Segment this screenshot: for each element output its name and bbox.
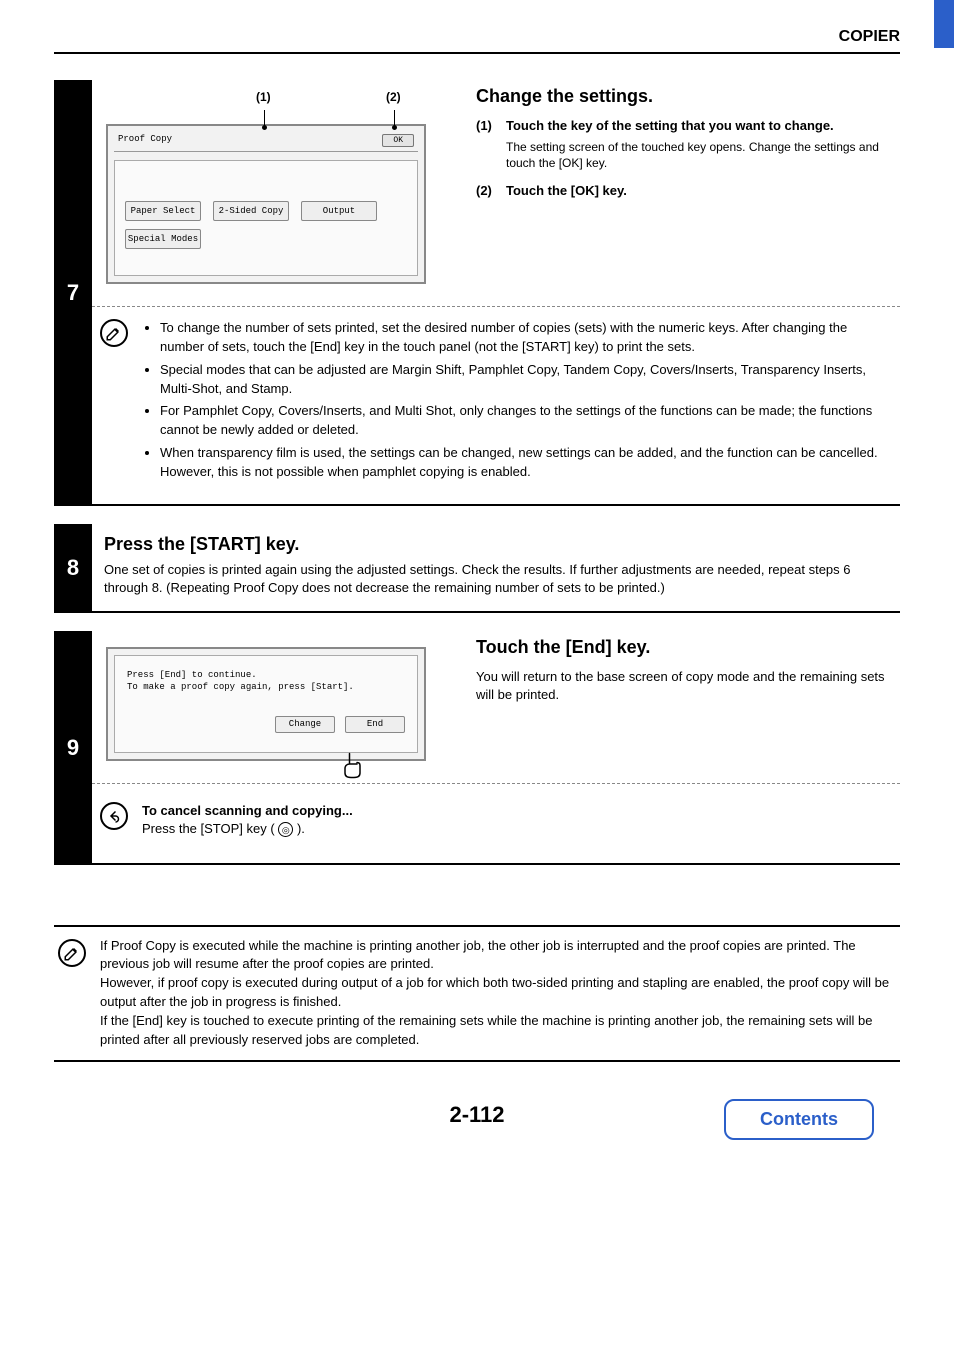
end-screen: Press [End] to continue. To make a proof…	[106, 647, 426, 761]
special-modes-button: Special Modes	[125, 229, 201, 249]
cancel-body-post: ).	[297, 821, 305, 836]
paper-select-button: Paper Select	[125, 201, 201, 221]
item1-num: (1)	[476, 117, 506, 172]
callout-1-label: (1)	[256, 90, 271, 104]
final-note-p3: If the [End] key is touched to execute p…	[100, 1012, 896, 1050]
callout-2-label: (2)	[386, 90, 401, 104]
pencil-note-icon	[100, 319, 128, 347]
note-bullet: For Pamphlet Copy, Covers/Inserts, and M…	[160, 402, 892, 440]
step9-heading: Touch the [End] key.	[476, 637, 900, 658]
contents-button[interactable]: Contents	[724, 1099, 874, 1140]
item1-main: Touch the key of the setting that you wa…	[506, 117, 900, 135]
ok-button: OK	[382, 134, 414, 147]
step-7: 7 (1) (2) Proof Copy OK	[54, 80, 900, 506]
item1-sub: The setting screen of the touched key op…	[506, 135, 900, 173]
final-note-p2: However, if proof copy is executed durin…	[100, 974, 896, 1012]
stop-key-icon: ◎	[278, 822, 293, 837]
change-button: Change	[275, 716, 335, 734]
end-screen-line1: Press [End] to continue.	[127, 670, 405, 682]
step8-heading: Press the [START] key.	[104, 534, 892, 555]
note-bullet: When transparency film is used, the sett…	[160, 444, 892, 482]
item2-main: Touch the [OK] key.	[506, 182, 627, 200]
final-note: If Proof Copy is executed while the mach…	[54, 925, 900, 1062]
note-bullet: To change the number of sets printed, se…	[160, 319, 892, 357]
step-9: 9 Press [End] to continue. To make a pro…	[54, 631, 900, 864]
screen-title: Proof Copy	[118, 134, 172, 147]
step-back-icon	[100, 802, 128, 830]
end-screen-line2: To make a proof copy again, press [Start…	[127, 682, 405, 694]
step-number-8: 8	[54, 524, 92, 613]
cancel-body-pre: Press the [STOP] key (	[142, 821, 275, 836]
chapter-header: COPIER	[54, 28, 900, 54]
proof-copy-screen: Proof Copy OK Paper Select 2-Sided Copy …	[106, 124, 426, 284]
note-bullet: Special modes that can be adjusted are M…	[160, 361, 892, 399]
step9-body: You will return to the base screen of co…	[476, 668, 900, 704]
two-sided-copy-button: 2-Sided Copy	[213, 201, 289, 221]
step-8: 8 Press the [START] key. One set of copi…	[54, 524, 900, 613]
end-button: End	[345, 716, 405, 734]
step-number-9: 9	[54, 631, 92, 864]
item2-num: (2)	[476, 182, 506, 200]
output-button: Output	[301, 201, 377, 221]
step7-heading: Change the settings.	[476, 86, 900, 107]
step-number-7: 7	[54, 80, 92, 506]
final-note-p1: If Proof Copy is executed while the mach…	[100, 937, 896, 975]
step8-body: One set of copies is printed again using…	[104, 561, 892, 597]
step7-notes: To change the number of sets printed, se…	[142, 319, 892, 486]
pencil-note-icon	[58, 939, 86, 967]
cancel-title: To cancel scanning and copying...	[142, 802, 353, 820]
hand-pointer-icon	[336, 749, 366, 779]
